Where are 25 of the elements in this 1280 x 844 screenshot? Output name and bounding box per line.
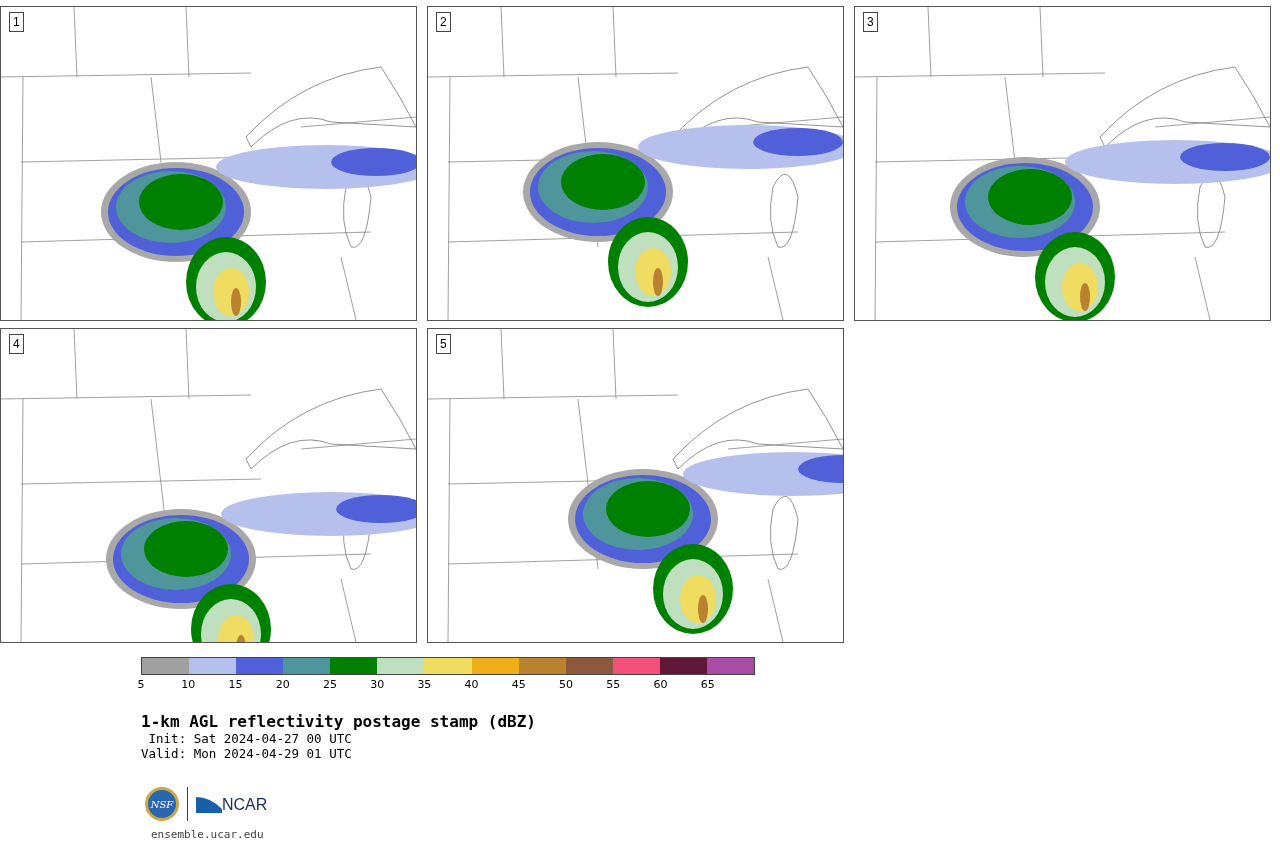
tick-label: 5 (137, 679, 145, 691)
tick-label: 15 (228, 679, 243, 691)
website-url: ensemble.ucar.edu (151, 827, 264, 843)
seal-logo: NSF (145, 787, 179, 821)
panel-number: 1 (9, 12, 24, 32)
tick-label: 50 (559, 679, 574, 691)
tick-label: 30 (370, 679, 385, 691)
init-time: Init: Sat 2024-04-27 00 UTC (147, 731, 352, 746)
tick-label: 55 (606, 679, 621, 691)
valid-time: Valid: Mon 2024-04-29 01 UTC (141, 746, 352, 761)
tick-label: 10 (181, 679, 196, 691)
panel-number: 5 (436, 334, 451, 354)
panel-number: 2 (436, 12, 451, 32)
tick-label: 40 (464, 679, 479, 691)
chart-title: 1-km AGL reflectivity postage stamp (dBZ) (141, 713, 536, 731)
tick-label: 20 (275, 679, 290, 691)
tick-label: 65 (700, 679, 715, 691)
tick-label: 35 (417, 679, 432, 691)
panel-number: 3 (863, 12, 878, 32)
tick-label: 25 (322, 679, 337, 691)
ncar-logo: NCAR (196, 795, 268, 813)
panel-number: 4 (9, 334, 24, 354)
swoosh-icon (196, 795, 222, 813)
tick-label: 60 (653, 679, 668, 691)
tick-label: 45 (511, 679, 526, 691)
